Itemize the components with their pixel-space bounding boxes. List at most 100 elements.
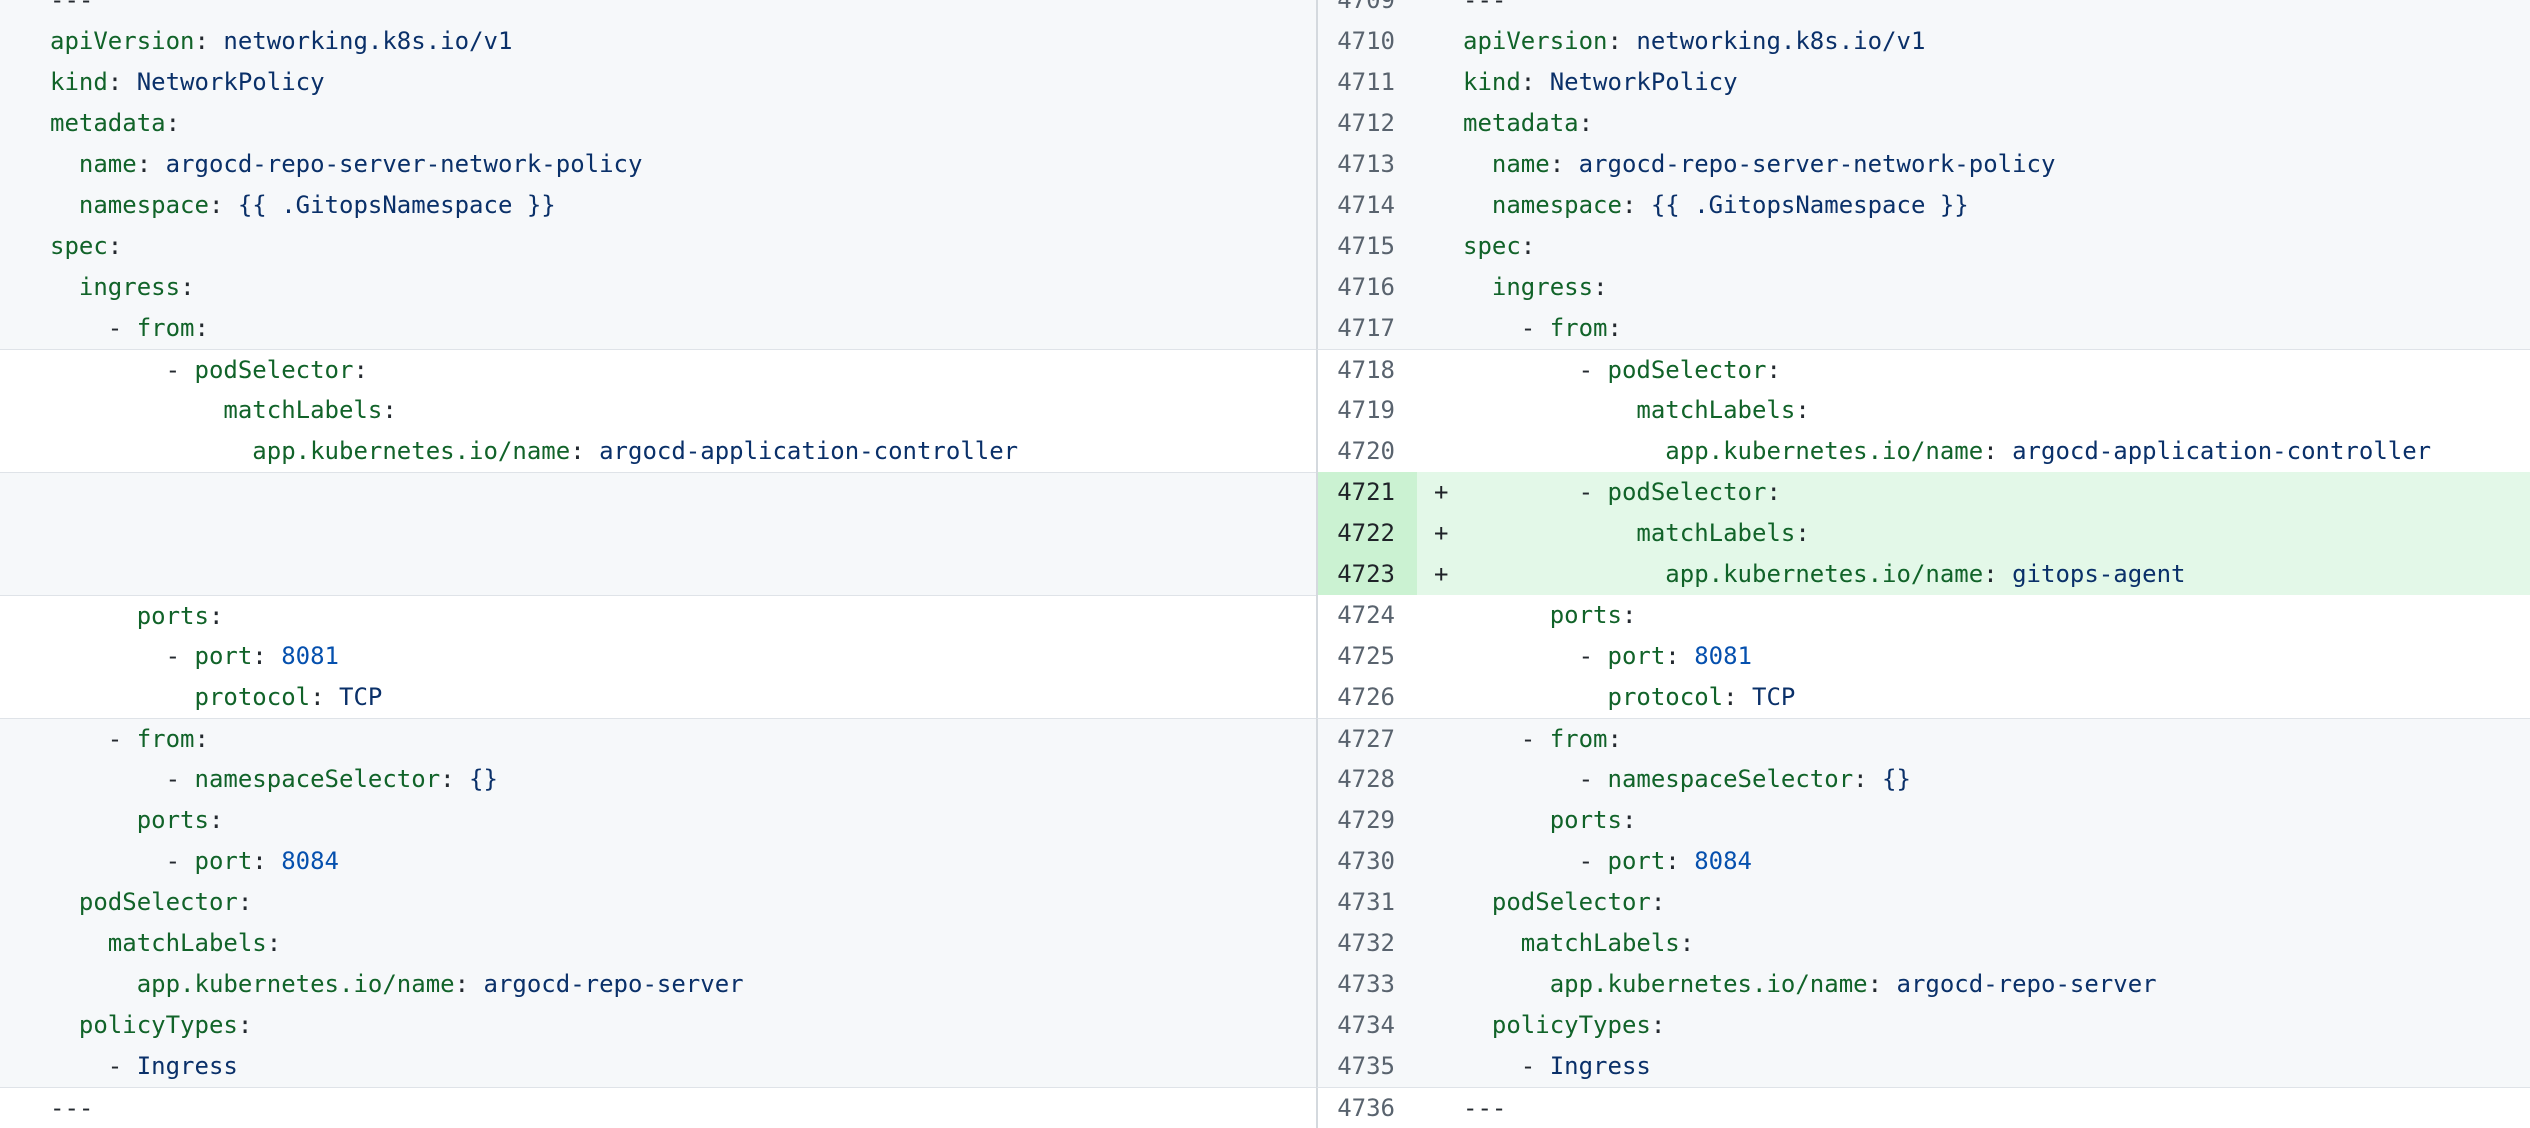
code-token: apiVersion (1463, 27, 1608, 55)
new-line-number[interactable]: 4710 (1316, 21, 1417, 62)
old-code-cell: - port: 8081 (0, 636, 1316, 677)
code-token: name (79, 150, 137, 178)
old-code-cell: name: argocd-repo-server-network-policy (0, 144, 1316, 185)
new-line-number[interactable]: 4718 (1316, 349, 1417, 390)
code-token: : (1622, 601, 1636, 629)
new-line-number[interactable]: 4713 (1316, 144, 1417, 185)
line-marker (1417, 882, 1463, 923)
code-token: Ingress (137, 1052, 238, 1080)
new-line-number[interactable]: 4723 (1316, 554, 1417, 595)
code-token: from (1550, 314, 1608, 342)
new-line-number[interactable]: 4719 (1316, 390, 1417, 431)
diff-row: policyTypes:4734 policyTypes: (0, 1005, 2530, 1046)
code-token: : (1521, 68, 1550, 96)
code-token: : (353, 356, 367, 384)
diff-row: matchLabels:4732 matchLabels: (0, 923, 2530, 964)
new-line-number[interactable]: 4714 (1316, 185, 1417, 226)
code-token (50, 1011, 79, 1039)
new-code-cell: app.kubernetes.io/name: gitops-agent (1463, 554, 2530, 595)
code-token: : (1723, 683, 1752, 711)
code-token: 8084 (281, 847, 339, 875)
new-line-number[interactable]: 4731 (1316, 882, 1417, 923)
new-code-cell: ports: (1463, 595, 2530, 636)
new-line-number[interactable]: 4709 (1316, 0, 1417, 21)
code-token: : (1680, 929, 1694, 957)
code-token: matchLabels (1636, 519, 1795, 547)
diff-row: - namespaceSelector: {}4728 - namespaceS… (0, 759, 2530, 800)
code-token: : (1868, 970, 1897, 998)
code-token: - (1463, 1052, 1550, 1080)
new-line-number[interactable]: 4728 (1316, 759, 1417, 800)
new-line-number[interactable]: 4724 (1316, 595, 1417, 636)
code-token: ports (137, 602, 209, 630)
code-token: podSelector (195, 356, 354, 384)
code-token: app.kubernetes.io/name (1665, 560, 1983, 588)
new-line-number[interactable]: 4720 (1316, 431, 1417, 472)
new-line-number[interactable]: 4729 (1316, 800, 1417, 841)
new-code-cell: - podSelector: (1463, 349, 2530, 390)
diff-row: ---4709--- (0, 0, 2530, 21)
code-token: : (1853, 765, 1882, 793)
code-token: - (50, 1052, 137, 1080)
new-line-number[interactable]: 4727 (1316, 718, 1417, 759)
new-code-cell: - Ingress (1463, 1046, 2530, 1087)
code-token: argocd-repo-server-network-policy (1579, 150, 2056, 178)
code-token: app.kubernetes.io/name (137, 970, 455, 998)
line-marker (1417, 349, 1463, 390)
code-token (1463, 150, 1492, 178)
diff-row: name: argocd-repo-server-network-policy4… (0, 144, 2530, 185)
new-line-number[interactable]: 4733 (1316, 964, 1417, 1005)
new-line-number[interactable]: 4732 (1316, 923, 1417, 964)
new-line-number[interactable]: 4730 (1316, 841, 1417, 882)
new-line-number[interactable]: 4726 (1316, 677, 1417, 718)
line-marker (1417, 1087, 1463, 1128)
code-token: argocd-repo-server-network-policy (166, 150, 643, 178)
code-token: ingress (1492, 273, 1593, 301)
diff-row: metadata:4712metadata: (0, 103, 2530, 144)
code-token (50, 150, 79, 178)
code-token: policyTypes (79, 1011, 238, 1039)
code-token: ingress (79, 273, 180, 301)
new-line-number[interactable]: 4711 (1316, 62, 1417, 103)
code-token (1463, 806, 1550, 834)
code-token (1463, 396, 1636, 424)
code-token: policyTypes (1492, 1011, 1651, 1039)
code-token: matchLabels (1636, 396, 1795, 424)
new-line-number[interactable]: 4721 (1316, 472, 1417, 513)
old-code-cell: ingress: (0, 267, 1316, 308)
code-token: --- (50, 0, 93, 14)
code-token: podSelector (1608, 478, 1767, 506)
new-code-cell: namespace: {{ .GitopsNamespace }} (1463, 185, 2530, 226)
diff-row: spec:4715spec: (0, 226, 2530, 267)
code-token: networking.k8s.io/v1 (223, 27, 512, 55)
new-line-number[interactable]: 4716 (1316, 267, 1417, 308)
line-marker (1417, 841, 1463, 882)
line-marker (1417, 964, 1463, 1005)
code-token: Ingress (1550, 1052, 1651, 1080)
code-token: {} (1882, 765, 1911, 793)
code-token: : (238, 888, 252, 916)
new-line-number[interactable]: 4712 (1316, 103, 1417, 144)
code-token: : (166, 109, 180, 137)
new-code-cell: app.kubernetes.io/name: argocd-applicati… (1463, 431, 2530, 472)
code-token: kind (50, 68, 108, 96)
new-code-cell: - podSelector: (1463, 472, 2530, 513)
new-line-number[interactable]: 4717 (1316, 308, 1417, 349)
new-line-number[interactable]: 4722 (1316, 513, 1417, 554)
new-line-number[interactable]: 4725 (1316, 636, 1417, 677)
diff-row: - podSelector:4718 - podSelector: (0, 349, 2530, 390)
new-line-number[interactable]: 4734 (1316, 1005, 1417, 1046)
code-token: podSelector (1492, 888, 1651, 916)
code-token: protocol (1608, 683, 1724, 711)
new-line-number[interactable]: 4735 (1316, 1046, 1417, 1087)
line-marker (1417, 677, 1463, 718)
diff-row: - port: 80844730 - port: 8084 (0, 841, 2530, 882)
new-code-cell: matchLabels: (1463, 513, 2530, 554)
line-marker (1417, 308, 1463, 349)
code-token: matchLabels (108, 929, 267, 957)
code-token (50, 929, 108, 957)
code-token (50, 191, 79, 219)
new-line-number[interactable]: 4715 (1316, 226, 1417, 267)
diff-row: - from:4727 - from: (0, 718, 2530, 759)
new-line-number[interactable]: 4736 (1316, 1087, 1417, 1128)
